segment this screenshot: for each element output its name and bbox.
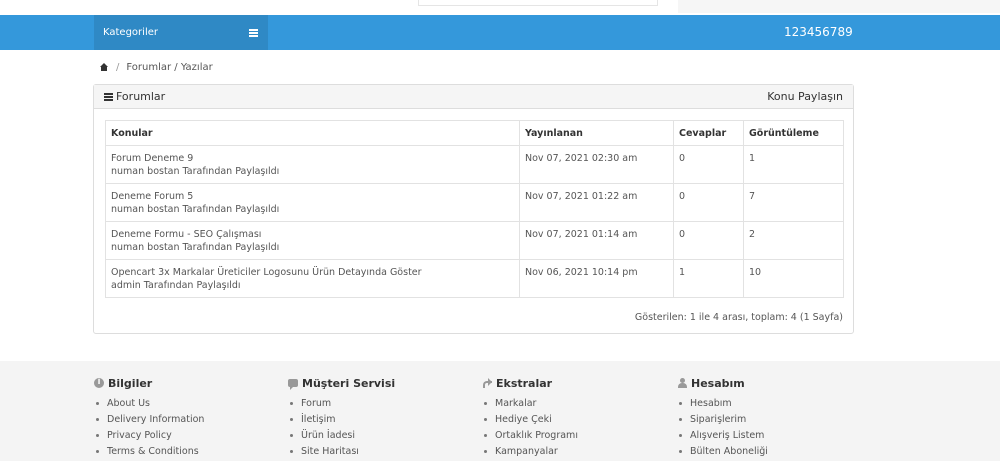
replies-cell: 0 bbox=[673, 221, 744, 260]
topic-title-link[interactable]: Deneme Forum 5 bbox=[111, 190, 514, 203]
breadcrumb: / Forumlar / Yazılar bbox=[100, 61, 213, 73]
breadcrumb-separator: / bbox=[116, 61, 120, 73]
footer-heading-text: Hesabım bbox=[691, 376, 745, 390]
footer-column-info: Bilgiler About Us Delivery Information P… bbox=[94, 376, 204, 459]
table-row: Opencart 3x Markalar Üreticiler Logosunu… bbox=[105, 259, 844, 298]
share-topic-link[interactable]: Konu Paylaşın bbox=[767, 90, 843, 103]
views-cell: 7 bbox=[743, 183, 844, 222]
user-icon bbox=[677, 378, 687, 388]
phone-number: 123456789 bbox=[784, 25, 853, 39]
topic-title-link[interactable]: Opencart 3x Markalar Üreticiler Logosunu… bbox=[111, 266, 514, 279]
footer-heading-text: Müşteri Servisi bbox=[302, 376, 396, 390]
footer-heading: Bilgiler bbox=[94, 376, 204, 390]
home-icon[interactable] bbox=[100, 63, 108, 71]
footer-link[interactable]: Markalar bbox=[482, 395, 578, 411]
hamburger-icon bbox=[249, 28, 258, 37]
header-box-edge bbox=[678, 0, 1000, 13]
published-cell: Nov 07, 2021 01:22 am bbox=[519, 183, 674, 222]
table-row: Deneme Formu - SEO Çalışması numan bosta… bbox=[105, 221, 844, 260]
search-box-edge bbox=[418, 0, 658, 6]
replies-cell: 0 bbox=[673, 145, 744, 184]
footer-link[interactable]: Bülten Aboneliği bbox=[677, 443, 768, 459]
topic-cell: Forum Deneme 9 numan bostan Tarafından P… bbox=[105, 145, 520, 184]
forums-panel: Forumlar Konu Paylaşın Konular Yayınlana… bbox=[93, 84, 854, 334]
share-icon bbox=[482, 378, 492, 388]
footer-link[interactable]: Privacy Policy bbox=[94, 427, 204, 443]
topic-title-link[interactable]: Forum Deneme 9 bbox=[111, 152, 514, 165]
views-cell: 10 bbox=[743, 259, 844, 298]
topic-author: numan bostan Tarafından Paylaşıldı bbox=[111, 204, 280, 215]
footer-link[interactable]: İletişim bbox=[288, 411, 395, 427]
topic-title-link[interactable]: Deneme Formu - SEO Çalışması bbox=[111, 228, 514, 241]
published-cell: Nov 07, 2021 01:14 am bbox=[519, 221, 674, 260]
topic-cell: Deneme Forum 5 numan bostan Tarafından P… bbox=[105, 183, 520, 222]
col-header-views: Görüntüleme bbox=[743, 120, 844, 146]
footer-link[interactable]: Ürün İadesi bbox=[288, 427, 395, 443]
footer: Bilgiler About Us Delivery Information P… bbox=[0, 361, 1000, 461]
info-icon bbox=[94, 377, 104, 388]
replies-cell: 1 bbox=[673, 259, 744, 298]
views-cell: 2 bbox=[743, 221, 844, 260]
table-row: Forum Deneme 9 numan bostan Tarafından P… bbox=[105, 145, 844, 184]
footer-link[interactable]: Delivery Information bbox=[94, 411, 204, 427]
breadcrumb-path[interactable]: Forumlar / Yazılar bbox=[126, 62, 212, 73]
footer-link[interactable]: Site Haritası bbox=[288, 443, 395, 459]
footer-link[interactable]: Ortaklık Programı bbox=[482, 427, 578, 443]
topic-author: admin Tarafından Paylaşıldı bbox=[111, 280, 241, 291]
footer-heading: Müşteri Servisi bbox=[288, 376, 395, 390]
footer-link[interactable]: Hediye Çeki bbox=[482, 411, 578, 427]
footer-heading: Hesabım bbox=[677, 376, 768, 390]
panel-title-text: Forumlar bbox=[116, 90, 166, 103]
topic-author: numan bostan Tarafından Paylaşıldı bbox=[111, 242, 280, 253]
categories-label: Kategoriler bbox=[103, 27, 158, 38]
published-cell: Nov 07, 2021 02:30 am bbox=[519, 145, 674, 184]
footer-column-extras: Ekstralar Markalar Hediye Çeki Ortaklık … bbox=[482, 376, 578, 459]
topic-author: numan bostan Tarafından Paylaşıldı bbox=[111, 166, 280, 177]
main-navbar: Kategoriler 123456789 bbox=[0, 15, 1000, 50]
col-header-replies: Cevaplar bbox=[673, 120, 744, 146]
pagination-results: Gösterilen: 1 ile 4 arası, toplam: 4 (1 … bbox=[634, 312, 843, 323]
footer-link[interactable]: Terms & Conditions bbox=[94, 443, 204, 459]
topic-cell: Opencart 3x Markalar Üreticiler Logosunu… bbox=[105, 259, 520, 298]
panel-header: Forumlar Konu Paylaşın bbox=[94, 85, 853, 109]
table-header-row: Konular Yayınlanan Cevaplar Görüntüleme bbox=[105, 120, 844, 146]
views-cell: 1 bbox=[743, 145, 844, 184]
footer-link[interactable]: Forum bbox=[288, 395, 395, 411]
footer-heading-text: Bilgiler bbox=[108, 376, 153, 390]
footer-link[interactable]: About Us bbox=[94, 395, 204, 411]
table-row: Deneme Forum 5 numan bostan Tarafından P… bbox=[105, 183, 844, 222]
footer-heading-text: Ekstralar bbox=[496, 376, 553, 390]
footer-link[interactable]: Kampanyalar bbox=[482, 443, 578, 459]
footer-link[interactable]: Alışveriş Listem bbox=[677, 427, 768, 443]
footer-link[interactable]: Siparişlerim bbox=[677, 411, 768, 427]
footer-column-customer-service: Müşteri Servisi Forum İletişim Ürün İade… bbox=[288, 376, 395, 459]
top-strip bbox=[0, 0, 1000, 15]
col-header-topics: Konular bbox=[105, 120, 520, 146]
replies-cell: 0 bbox=[673, 183, 744, 222]
footer-heading: Ekstralar bbox=[482, 376, 578, 390]
forum-topics-table: Konular Yayınlanan Cevaplar Görüntüleme … bbox=[105, 120, 844, 298]
published-cell: Nov 06, 2021 10:14 pm bbox=[519, 259, 674, 298]
panel-title: Forumlar bbox=[104, 90, 165, 103]
topic-cell: Deneme Formu - SEO Çalışması numan bosta… bbox=[105, 221, 520, 260]
col-header-published: Yayınlanan bbox=[519, 120, 674, 146]
categories-menu-button[interactable]: Kategoriler bbox=[94, 15, 268, 50]
footer-link[interactable]: Hesabım bbox=[677, 395, 768, 411]
chat-icon bbox=[288, 379, 298, 390]
footer-column-account: Hesabım Hesabım Siparişlerim Alışveriş L… bbox=[677, 376, 768, 459]
list-icon bbox=[104, 92, 113, 101]
